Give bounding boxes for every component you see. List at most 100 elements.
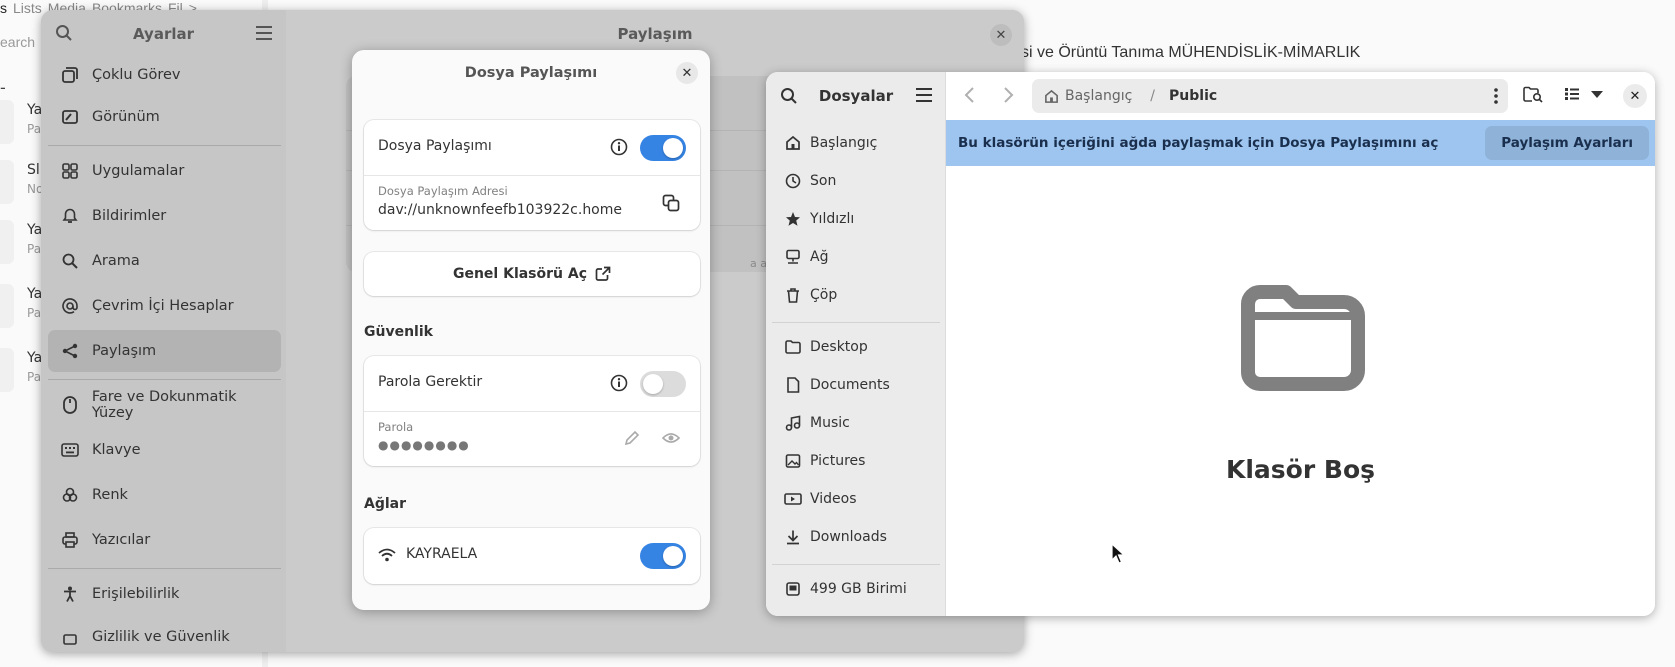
nav-item-printers[interactable]: Yazıcılar — [48, 519, 281, 561]
place-starred[interactable]: Yıldızlı — [772, 200, 940, 238]
home-icon — [1044, 89, 1059, 104]
nav-item-search[interactable]: Arama — [48, 240, 281, 282]
list-item-title: Ya — [27, 286, 43, 302]
appearance-icon — [60, 109, 80, 125]
address-label: Dosya Paylaşım Adresi — [378, 184, 508, 198]
place-label: Pictures — [810, 453, 866, 469]
dialog-title: Dosya Paylaşımı — [464, 65, 598, 81]
nav-item-sharing[interactable]: Paylaşım — [48, 330, 281, 372]
chevron-down-icon[interactable] — [1591, 91, 1603, 99]
place-label: Documents — [810, 377, 890, 393]
dialog-close-button[interactable]: ✕ — [676, 62, 698, 84]
place-pictures[interactable]: Pictures — [772, 442, 940, 480]
close-button[interactable]: ✕ — [990, 24, 1012, 46]
sharing-card: Dosya Paylaşımı Dosya Paylaşım Adresi da… — [364, 120, 700, 230]
nav-item-accessibility[interactable]: Erişilebilirlik — [48, 573, 281, 615]
nav-item-notifications[interactable]: Bildirimler — [48, 195, 281, 237]
list-item-subtitle: Pa — [27, 370, 42, 384]
breadcrumb-current[interactable]: Public — [1169, 88, 1217, 104]
browser-marker: - — [0, 78, 6, 97]
nav-item-apps[interactable]: Uygulamalar — [48, 150, 281, 192]
place-documents[interactable]: Documents — [772, 366, 940, 404]
networks-card: KAYRAELA — [364, 528, 700, 584]
breadcrumb-separator: / — [1150, 88, 1156, 104]
files-close-button[interactable]: ✕ — [1623, 84, 1647, 108]
nav-item-appearance[interactable]: Görünüm — [48, 96, 281, 138]
password-field[interactable]: ●●●●●●●● — [378, 438, 470, 452]
sharing-settings-button[interactable]: Paylaşım Ayarları — [1485, 126, 1649, 160]
list-view-icon[interactable] — [1564, 86, 1580, 102]
toggle-knob — [643, 374, 663, 394]
hamburger-menu-icon[interactable] — [256, 26, 272, 40]
nav-item-label: Yazıcılar — [92, 532, 151, 548]
nav-item-label: Klavye — [92, 442, 141, 458]
banner-text: Bu klasörün içeriğini ağda paylaşmak içi… — [958, 135, 1439, 151]
share-icon — [60, 343, 80, 359]
files-main: Başlangıç / Public ✕ Bu klasörün içeriği… — [946, 72, 1655, 616]
list-item-thumb — [0, 348, 14, 392]
place-music[interactable]: Music — [772, 404, 940, 442]
nav-item-mouse[interactable]: Fare ve Dokunmatik Yüzey — [48, 384, 281, 426]
files-header: Başlangıç / Public ✕ — [946, 72, 1655, 120]
file-sharing-toggle[interactable] — [640, 135, 686, 161]
places-separator — [772, 322, 940, 323]
breadcrumb-home[interactable]: Başlangıç — [1044, 88, 1132, 104]
kebab-menu-icon[interactable] — [1494, 88, 1498, 104]
search-icon[interactable] — [55, 24, 73, 42]
list-item-thumb — [0, 220, 14, 264]
info-icon[interactable] — [610, 138, 628, 156]
edit-pencil-icon[interactable] — [624, 430, 640, 446]
hamburger-menu-icon[interactable] — [916, 88, 932, 102]
nav-item-label: Paylaşım — [92, 343, 157, 359]
music-icon — [784, 415, 802, 431]
forward-icon[interactable] — [1002, 86, 1014, 104]
places-separator — [772, 564, 940, 565]
browser-tab[interactable]: s — [0, 0, 7, 16]
nav-item-label: Görünüm — [92, 109, 160, 125]
place-trash[interactable]: Çöp — [772, 276, 940, 314]
nav-item-label: Çevrim İçi Hesaplar — [92, 298, 234, 314]
keyboard-icon — [60, 443, 80, 457]
require-password-toggle[interactable] — [640, 371, 686, 397]
copy-icon[interactable] — [662, 194, 680, 212]
nav-item-label: Renk — [92, 487, 128, 503]
place-network[interactable]: Ağ — [772, 238, 940, 276]
search-icon[interactable] — [780, 87, 798, 105]
browser-tab[interactable]: Lists — [13, 0, 42, 16]
place-downloads[interactable]: Downloads — [772, 518, 940, 556]
place-desktop[interactable]: Desktop — [772, 328, 940, 366]
place-label: 499 GB Birimi — [810, 581, 907, 597]
wifi-icon — [378, 548, 396, 562]
folder-search-icon[interactable] — [1523, 86, 1543, 104]
place-videos[interactable]: Videos — [772, 480, 940, 518]
place-label: Son — [810, 173, 837, 189]
nav-item-keyboard[interactable]: Klavye — [48, 429, 281, 471]
back-icon[interactable] — [964, 86, 976, 104]
eye-icon[interactable] — [662, 430, 680, 446]
breadcrumb-home-label: Başlangıç — [1065, 88, 1133, 104]
place-label: Çöp — [810, 287, 838, 303]
empty-folder-label: Klasör Boş — [1225, 455, 1375, 484]
list-item-thumb — [0, 284, 14, 328]
nav-item-privacy[interactable]: Gizlilik ve Güvenlik — [48, 616, 281, 652]
nav-separator — [48, 568, 281, 569]
files-window: Dosyalar Başlangıç Son Yıldızlı Ağ Çöp D… — [766, 72, 1655, 616]
network-toggle[interactable] — [640, 543, 686, 569]
network-icon — [784, 249, 802, 265]
place-recent[interactable]: Son — [772, 162, 940, 200]
open-public-folder-button[interactable]: Genel Klasörü Aç — [364, 252, 700, 296]
info-icon[interactable] — [610, 374, 628, 392]
place-label: Başlangıç — [810, 135, 878, 151]
nav-item-label: Gizlilik ve Güvenlik — [92, 629, 230, 645]
accessibility-icon — [60, 586, 80, 602]
nav-item-color[interactable]: Renk — [48, 474, 281, 516]
nav-item-multitasking[interactable]: Çoklu Görev — [48, 54, 281, 96]
nav-item-label: Fare ve Dokunmatik Yüzey — [91, 389, 237, 421]
place-volume[interactable]: 499 GB Birimi — [772, 570, 940, 608]
nav-item-online-accounts[interactable]: Çevrim İçi Hesaplar — [48, 285, 281, 327]
browser-search-input[interactable]: earch — [0, 34, 35, 50]
path-bar[interactable]: Başlangıç / Public — [1032, 79, 1508, 113]
nav-item-label: Çoklu Görev — [92, 67, 181, 83]
home-icon — [784, 135, 802, 151]
place-home[interactable]: Başlangıç — [772, 124, 940, 162]
